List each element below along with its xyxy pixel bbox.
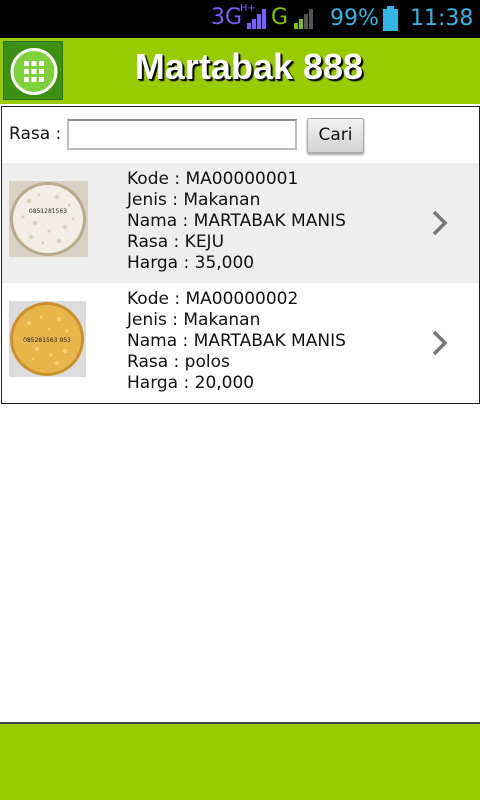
- chevron-right-icon: [432, 330, 448, 356]
- chevron-right-icon: [432, 210, 448, 236]
- search-label: Rasa :: [9, 124, 62, 144]
- image-caption: 085281563 953: [23, 337, 71, 344]
- network-type-2: G: [271, 5, 289, 30]
- item-harga: Harga : 20,000: [127, 373, 255, 393]
- item-kode: Kode : MA00000002: [127, 289, 299, 309]
- item-details: Kode : MA00000001 Jenis : Makanan Nama :…: [127, 169, 346, 274]
- search-row: Rasa : Cari: [2, 107, 479, 163]
- status-bar: 3G H+ G 99% 11:38: [0, 0, 480, 38]
- product-panel: Rasa : Cari 0851281563 Kode : MA00000001…: [1, 106, 480, 404]
- item-harga: Harga : 35,000: [127, 253, 255, 273]
- footer-bar: [0, 724, 480, 800]
- clock: 11:38: [410, 6, 474, 31]
- page-title: Martabak 888: [134, 46, 364, 87]
- search-button[interactable]: Cari: [307, 118, 364, 153]
- search-input[interactable]: [67, 119, 297, 150]
- battery-percent: 99%: [330, 6, 379, 31]
- item-rasa: Rasa : KEJU: [127, 232, 225, 252]
- signal-strength-2-icon: [294, 9, 313, 29]
- image-caption: 0851281563: [29, 208, 67, 215]
- martabak-polos-photo: 085281563 953: [9, 301, 86, 377]
- item-rasa: Rasa : polos: [127, 352, 230, 372]
- item-kode: Kode : MA00000001: [127, 169, 299, 189]
- item-nama: Nama : MARTABAK MANIS: [127, 331, 346, 351]
- signal-strength-icon: [247, 9, 266, 29]
- app-header: Martabak 888: [0, 38, 480, 104]
- item-jenis: Jenis : Makanan: [127, 310, 261, 330]
- item-nama: Nama : MARTABAK MANIS: [127, 211, 346, 231]
- item-details: Kode : MA00000002 Jenis : Makanan Nama :…: [127, 289, 346, 394]
- battery-icon: [383, 6, 398, 31]
- item-jenis: Jenis : Makanan: [127, 190, 261, 210]
- martabak-keju-photo: 0851281563: [9, 181, 88, 257]
- list-item[interactable]: 0851281563 Kode : MA00000001 Jenis : Mak…: [2, 163, 479, 283]
- network-type: 3G: [211, 5, 243, 30]
- list-item[interactable]: 085281563 953 Kode : MA00000002 Jenis : …: [2, 283, 479, 403]
